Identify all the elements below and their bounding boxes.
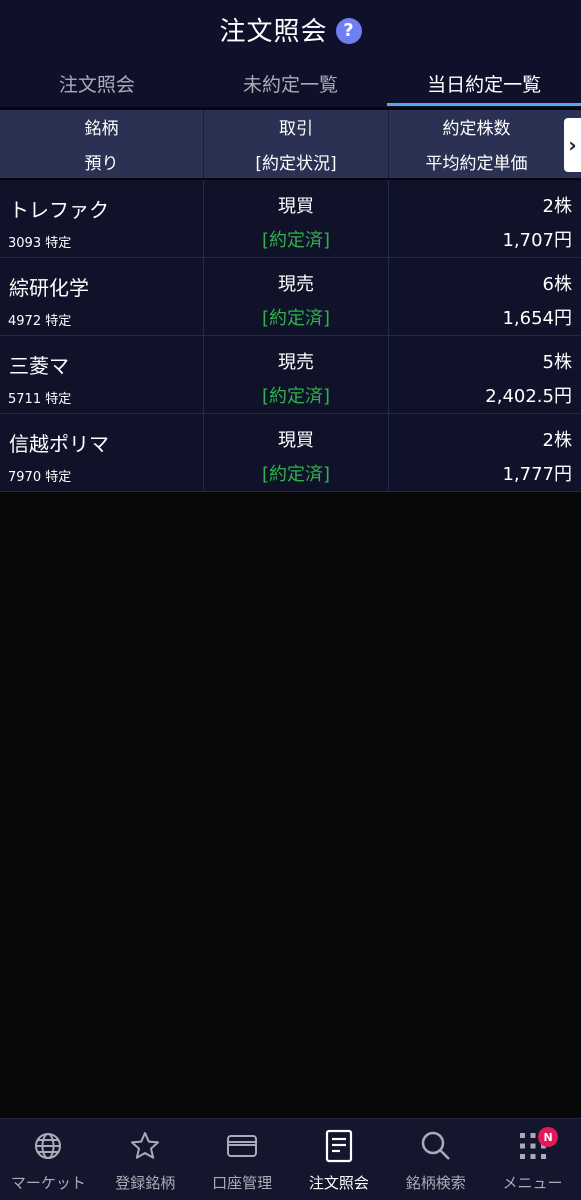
- question-icon[interactable]: ?: [335, 17, 362, 44]
- quantity-cell: 2株 1,777円: [389, 414, 581, 491]
- column-quantity-label: 約定株数: [442, 119, 511, 139]
- tab-order-inquiry[interactable]: 注文照会: [0, 62, 194, 104]
- quantity-cell: 2株 1,707円: [389, 180, 581, 257]
- search-icon: [419, 1129, 453, 1163]
- trade-cell: 現買 [約定済]: [204, 414, 389, 491]
- average-price: 1,777円: [502, 464, 572, 485]
- executed-quantity: 6株: [542, 274, 572, 295]
- stock-code-custody: 3093 特定: [8, 236, 72, 251]
- tab-today-executed-list[interactable]: 当日約定一覧: [387, 62, 581, 106]
- stock-code-custody: 4972 特定: [8, 314, 72, 329]
- trade-cell: 現売 [約定済]: [204, 336, 389, 413]
- execution-status: [約定済]: [261, 308, 331, 329]
- tab-bar: 注文照会 未約定一覧 当日約定一覧: [0, 62, 581, 106]
- nav-label: 銘柄検索: [405, 1174, 466, 1192]
- star-icon: [128, 1129, 162, 1163]
- notification-badge: N: [538, 1127, 559, 1147]
- nav-watchlist[interactable]: 登録銘柄: [97, 1119, 194, 1200]
- globe-icon: [31, 1129, 65, 1163]
- nav-stock-search[interactable]: 銘柄検索: [387, 1119, 484, 1200]
- quantity-cell: 5株 2,402.5円: [389, 336, 581, 413]
- execution-status: [約定済]: [261, 386, 331, 407]
- column-avg-price-label: 平均約定単価: [425, 154, 528, 174]
- trade-type: 現売: [278, 352, 314, 373]
- bottom-navigation: マーケット 登録銘柄 口座管理 注文照会 銘柄検索 N メニュー: [0, 1118, 581, 1200]
- executed-quantity: 5株: [542, 352, 572, 373]
- trade-cell: 現買 [約定済]: [204, 180, 389, 257]
- stock-cell: トレファク 3093 特定: [0, 180, 204, 257]
- column-header: 銘柄 預り 取引 [約定状況] 約定株数 平均約定単価: [0, 110, 581, 178]
- executed-quantity: 2株: [542, 430, 572, 451]
- nav-label: マーケット: [10, 1174, 86, 1192]
- execution-status: [約定済]: [261, 230, 331, 251]
- stock-name: 綜研化学: [9, 276, 89, 300]
- stock-cell: 信越ポリマ 7970 特定: [0, 414, 204, 491]
- average-price: 1,654円: [502, 308, 572, 329]
- stock-name: 信越ポリマ: [9, 432, 109, 456]
- nav-label: 口座管理: [212, 1174, 273, 1192]
- column-custody-label: 預り: [84, 154, 119, 174]
- page-title: 注文照会: [219, 16, 328, 47]
- execution-status: [約定済]: [261, 464, 331, 485]
- column-quantity: 約定株数 平均約定単価: [389, 110, 564, 178]
- nav-label: 登録銘柄: [115, 1174, 176, 1192]
- stock-name: 三菱マ: [9, 354, 69, 378]
- nav-market[interactable]: マーケット: [0, 1119, 97, 1200]
- average-price: 2,402.5円: [485, 386, 572, 407]
- column-trade-label: 取引: [279, 119, 313, 139]
- stock-code-custody: 5711 特定: [8, 392, 72, 407]
- trade-type: 現売: [278, 274, 314, 295]
- tab-unexecuted-list[interactable]: 未約定一覧: [194, 62, 388, 104]
- column-trade: 取引 [約定状況]: [204, 110, 389, 178]
- table-row[interactable]: 綜研化学 4972 特定 現売 [約定済] 6株 1,654円: [0, 258, 581, 336]
- quantity-cell: 6株 1,654円: [389, 258, 581, 335]
- nav-menu[interactable]: N メニュー: [484, 1119, 581, 1200]
- document-icon: [322, 1129, 356, 1163]
- table-row[interactable]: 信越ポリマ 7970 特定 現買 [約定済] 2株 1,777円: [0, 414, 581, 492]
- stock-name: トレファク: [9, 198, 109, 222]
- trade-type: 現買: [278, 430, 314, 451]
- table-row[interactable]: 三菱マ 5711 特定 現売 [約定済] 5株 2,402.5円: [0, 336, 581, 414]
- average-price: 1,707円: [502, 230, 572, 251]
- chevron-right-icon[interactable]: ›: [564, 118, 581, 172]
- stock-cell: 綜研化学 4972 特定: [0, 258, 204, 335]
- executed-order-list: トレファク 3093 特定 現買 [約定済] 2株 1,707円 綜研化学 49…: [0, 180, 581, 492]
- column-stock: 銘柄 預り: [0, 110, 204, 178]
- column-stock-label: 銘柄: [84, 119, 119, 139]
- trade-cell: 現売 [約定済]: [204, 258, 389, 335]
- app-header: 注文照会 ? 注文照会 未約定一覧 当日約定一覧: [0, 0, 581, 107]
- table-row[interactable]: トレファク 3093 特定 現買 [約定済] 2株 1,707円: [0, 180, 581, 258]
- executed-quantity: 2株: [542, 196, 572, 217]
- stock-cell: 三菱マ 5711 特定: [0, 336, 204, 413]
- title-row: 注文照会 ?: [0, 0, 581, 58]
- nav-label: 注文照会: [308, 1174, 369, 1192]
- card-icon: [225, 1129, 259, 1163]
- stock-code-custody: 7970 特定: [8, 470, 72, 485]
- nav-account[interactable]: 口座管理: [194, 1119, 291, 1200]
- column-status-label: [約定状況]: [255, 154, 337, 174]
- nav-order-inquiry[interactable]: 注文照会: [290, 1119, 387, 1200]
- nav-label: メニュー: [502, 1174, 563, 1192]
- trade-type: 現買: [278, 196, 314, 217]
